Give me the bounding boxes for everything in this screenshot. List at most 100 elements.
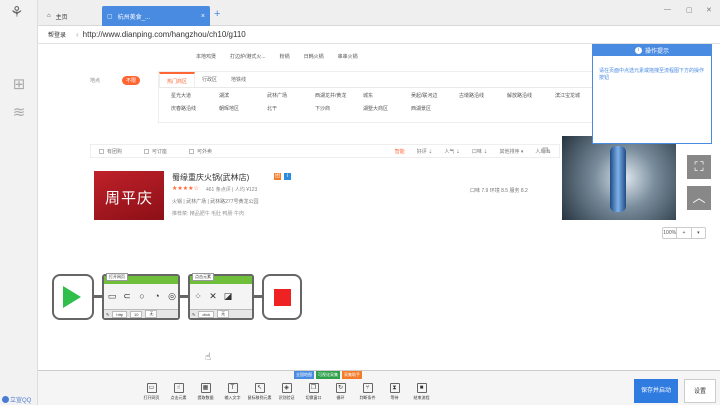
search-icon: ○	[139, 291, 145, 301]
district-item[interactable]: 武林广场	[267, 92, 315, 99]
edit-icon[interactable]: ✎	[106, 312, 109, 317]
tool-label: 提取数据	[197, 395, 214, 400]
tool-switch-window[interactable]: ❐ 切换窗口	[300, 383, 327, 401]
block-click-element[interactable]: 点击元素 ⁘ ✕ ◪ ✎ click 无	[188, 273, 254, 320]
tool-input[interactable]: T 输入文字	[219, 383, 246, 401]
flow-connector	[254, 295, 262, 298]
checkbox-reserve[interactable]: 可订座	[144, 148, 167, 155]
checkbox-groupbuy[interactable]: 有团购	[99, 148, 122, 155]
tool-click[interactable]: ☝ 点击元素	[165, 383, 192, 401]
tool-end[interactable]: ■ 结束流程	[408, 383, 435, 401]
left-sidebar: ⚘ ⊞ ≋ 立宣QQ	[0, 0, 38, 405]
back-icon[interactable]: ‹	[76, 30, 79, 39]
settings-button[interactable]: 设置	[684, 379, 716, 403]
link-icon: ⊂	[123, 291, 131, 301]
tool-condition[interactable]: ⑂ 判断条件	[354, 383, 381, 401]
tool-captcha[interactable]: ◈ 识别验证	[273, 383, 300, 401]
feature-tags: 全国地图 可视化采集 采集助手	[294, 371, 362, 379]
close-window-icon[interactable]: ✕	[706, 6, 712, 14]
maximize-icon[interactable]: ▢	[686, 6, 693, 14]
zoom-in-icon[interactable]: +	[677, 230, 690, 236]
zoom-dropdown-icon[interactable]: ▾	[692, 230, 705, 236]
tab-hot-district[interactable]: 热门商区	[159, 72, 196, 87]
review-count[interactable]: 461 条点评	[206, 187, 231, 193]
param-option[interactable]: 无	[145, 310, 158, 318]
sort-popularity[interactable]: 人气 ⇣	[442, 148, 462, 155]
district-item[interactable]: 朝晖地区	[219, 105, 267, 112]
district-item[interactable]: 西湖景区	[411, 105, 459, 112]
wait-icon: ⧗	[389, 383, 400, 393]
tool-loop[interactable]: ↻ 循环	[327, 383, 354, 401]
tool-extract[interactable]: ▦ 提取数据	[192, 383, 219, 401]
tab-admin-district[interactable]: 行政区	[195, 72, 224, 87]
category-item[interactable]: 串串火锅	[338, 53, 358, 60]
sort-rating[interactable]: 好评 ⇣	[415, 148, 435, 155]
tool-open-page[interactable]: ▭ 打开网页	[138, 383, 165, 401]
checkbox-label: 可订座	[152, 148, 168, 155]
shop-image[interactable]: 周平庆	[94, 171, 164, 220]
edit-icon[interactable]: ✎	[192, 312, 195, 317]
district-item[interactable]: 城东	[363, 92, 411, 99]
ad-image[interactable]	[562, 136, 676, 220]
fullscreen-icon[interactable]: ⛶	[687, 155, 711, 179]
close-tab-icon[interactable]: ×	[201, 13, 205, 20]
tag-helper[interactable]: 采集助手	[342, 371, 362, 379]
info-icon: i	[634, 47, 642, 54]
district-item[interactable]: 下沙商	[315, 105, 363, 112]
user-info[interactable]: 立宣QQ	[2, 394, 38, 404]
tool-wait[interactable]: ⧗ 等待	[381, 383, 408, 401]
save-and-start-button[interactable]: 保存并启动	[634, 379, 678, 403]
layers-icon[interactable]: ≋	[9, 104, 29, 122]
category-item[interactable]: 粉锅	[280, 53, 290, 60]
district-item[interactable]: 湖墅大商区	[363, 105, 411, 112]
operation-tip-panel: i 操作提示 请在页面中点选元素或拖拽至流程图下方的操作按钮	[592, 44, 712, 144]
new-task-icon[interactable]: ⊞	[9, 76, 29, 94]
url-field[interactable]: http://www.dianping.com/hangzhou/ch10/g1…	[83, 30, 246, 39]
district-item[interactable]: 湖滨	[219, 92, 267, 99]
login-button[interactable]: 帮登录	[38, 30, 76, 39]
district-item[interactable]: 吴起/联河边	[411, 92, 459, 99]
sort-taste[interactable]: 口味 ⇣	[470, 148, 490, 155]
param-timeout[interactable]: 10	[130, 310, 143, 318]
tool-hover[interactable]: ↖ 鼠标移到元素	[246, 383, 273, 401]
browser-icon: ▭	[107, 291, 117, 301]
shop-listing[interactable]: 周平庆 蜀缘重庆火锅(武林店) 团 i ★★★★☆ 461 条点评 | 人均 ¥…	[90, 171, 560, 220]
location-unlimited-badge[interactable]: 不限	[122, 76, 141, 85]
checkbox-takeout[interactable]: 可外卖	[189, 148, 212, 155]
district-item[interactable]: 西湖龙井/黄龙	[315, 92, 363, 99]
tip-text: 请在页面中点选元素或拖拽至流程图下方的操作按钮	[599, 68, 705, 81]
district-item[interactable]: 北干	[267, 105, 315, 112]
param-option[interactable]: 无	[217, 310, 230, 318]
close-icon: ✕	[209, 291, 217, 301]
tool-label: 识别验证	[278, 395, 295, 400]
tag-visual[interactable]: 可视化采集	[316, 371, 340, 379]
tag-map[interactable]: 全国地图	[294, 371, 314, 379]
stop-button[interactable]	[262, 274, 302, 320]
category-item[interactable]: 本地鸡煲	[196, 53, 216, 60]
tab-metro-line[interactable]: 地铁线	[224, 72, 253, 87]
tab-active[interactable]: ▢ 杭州美食_... ×	[102, 6, 210, 26]
minimize-icon[interactable]: —	[664, 6, 671, 13]
district-item[interactable]: 庆春路沿线	[171, 105, 219, 112]
block-open-page[interactable]: 打开网页 ▭ ⊂ ○ ◔ ◎ ✎ http 10 无	[102, 273, 180, 320]
tool-label: 鼠标移到元素	[247, 395, 272, 400]
district-item[interactable]: 解放路沿线	[507, 92, 555, 99]
scroll-top-icon[interactable]: ︿	[687, 186, 711, 210]
flow-canvas[interactable]: 100% + ▾ 打开网页 ▭ ⊂ ○ ◔ ◎ ✎ http 10 无 点击元素…	[38, 220, 720, 370]
shop-name[interactable]: 蜀缘重庆火锅(武林店)	[172, 172, 249, 183]
sort-other[interactable]: 其他排序 ▾	[498, 148, 526, 155]
flow-connector	[94, 295, 102, 298]
param-action[interactable]: click	[198, 310, 215, 318]
category-item[interactable]: 打边炉/港式火...	[230, 53, 266, 60]
sort-smart[interactable]: 智能	[393, 148, 407, 155]
param-url[interactable]: http	[112, 310, 128, 318]
new-tab-icon[interactable]: +	[214, 8, 220, 20]
start-button[interactable]	[52, 274, 94, 320]
text-icon: T	[227, 383, 238, 393]
map-icon[interactable]: ▤	[542, 146, 549, 154]
district-item[interactable]: 星光大道	[171, 92, 219, 99]
category-item[interactable]: 日韩火锅	[304, 53, 324, 60]
tab-home[interactable]: ⌂ 主页	[42, 6, 100, 26]
district-list: 星光大道 湖滨 武林广场 西湖龙井/黄龙 城东 吴起/联河边 古墩路沿线 解放路…	[159, 88, 605, 112]
district-item[interactable]: 古墩路沿线	[459, 92, 507, 99]
